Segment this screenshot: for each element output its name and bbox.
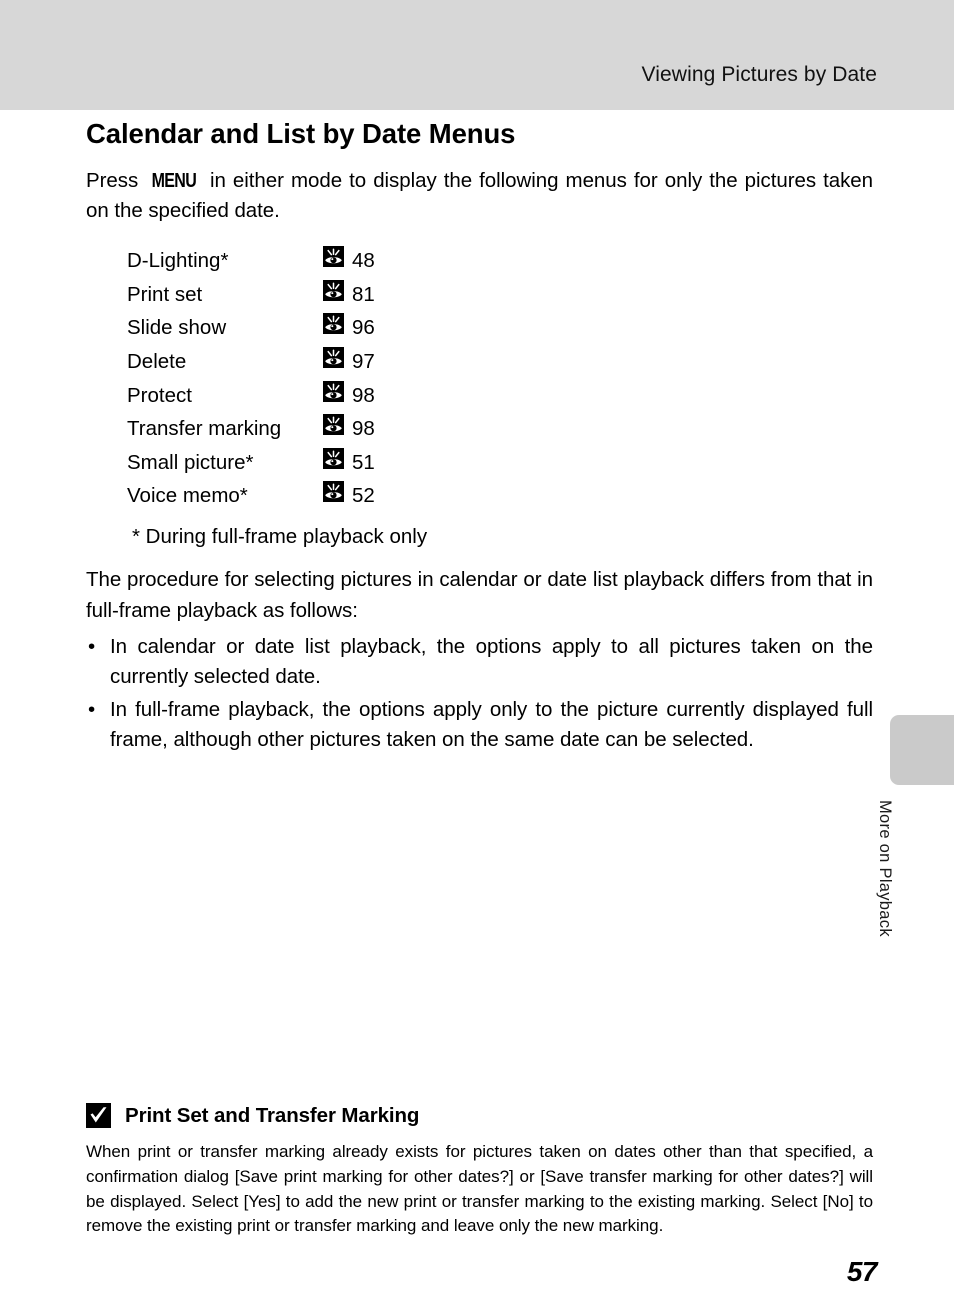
intro-paragraph: Press MENU in either mode to display the… bbox=[86, 166, 873, 227]
menu-option-row: Delete 97 bbox=[86, 346, 873, 381]
intro-text-after: in either mode to display the following … bbox=[86, 168, 873, 223]
menu-option-row: Voice memo* 52 bbox=[86, 481, 873, 515]
page-reference-number: 98 bbox=[352, 383, 375, 407]
page-reference-number: 98 bbox=[352, 417, 375, 441]
page-number: 57 bbox=[846, 1256, 878, 1287]
page-title: Calendar and List by Date Menus bbox=[86, 118, 516, 149]
note-body-text: When print or transfer marking already e… bbox=[86, 1142, 873, 1236]
page-reference-number: 51 bbox=[352, 450, 375, 474]
menu-option-label: Protect bbox=[127, 383, 192, 407]
page-reference: 48 bbox=[323, 246, 375, 272]
menu-option-row: Print set 81 bbox=[86, 279, 873, 314]
bullet-list: In calendar or date list playback, the o… bbox=[86, 632, 873, 756]
page-reference: 98 bbox=[323, 414, 375, 440]
body-paragraph: The procedure for selecting pictures in … bbox=[86, 568, 873, 622]
menu-option-label: Small picture* bbox=[127, 450, 254, 474]
bullet-list-item: In full-frame playback, the options appl… bbox=[86, 695, 873, 755]
page-reference-number: 52 bbox=[352, 484, 375, 508]
page-content: Calendar and List by Date Menus Press ME… bbox=[86, 118, 873, 755]
menu-option-row: Slide show 96 bbox=[86, 313, 873, 347]
page-reference-number: 97 bbox=[352, 349, 375, 373]
page-reference: 96 bbox=[323, 313, 375, 339]
eye-reference-icon bbox=[323, 447, 344, 469]
menu-option-label: Voice memo* bbox=[127, 484, 248, 508]
page-reference: 52 bbox=[323, 481, 375, 507]
menu-option-row: D-Lighting* 48 bbox=[86, 246, 873, 280]
eye-reference-icon bbox=[323, 313, 344, 335]
note-heading: Print Set and Transfer Marking bbox=[86, 1103, 873, 1128]
page-reference-number: 48 bbox=[352, 249, 375, 273]
eye-reference-icon bbox=[323, 481, 344, 503]
menu-button-glyph: MENU bbox=[151, 169, 197, 192]
menu-option-label: Transfer marking bbox=[127, 417, 282, 441]
page-reference-number: 81 bbox=[352, 282, 375, 306]
menu-option-list: D-Lighting* 48 Print set 81 Slide show 96 Dele… bbox=[86, 246, 873, 515]
eye-reference-icon bbox=[323, 346, 344, 368]
bullet-list-item: In calendar or date list playback, the o… bbox=[86, 632, 873, 692]
menu-option-label: Delete bbox=[127, 349, 187, 373]
menu-option-label: Print set bbox=[127, 282, 203, 306]
checkmark-box-icon bbox=[86, 1103, 111, 1128]
eye-reference-icon bbox=[323, 279, 344, 301]
chapter-tab-marker bbox=[890, 715, 954, 785]
note-title: Print Set and Transfer Marking bbox=[125, 1103, 420, 1127]
page-header-band bbox=[0, 0, 954, 110]
menu-option-label: Slide show bbox=[127, 316, 227, 340]
menu-option-row: Transfer marking 98 bbox=[86, 414, 873, 448]
menu-option-label: D-Lighting* bbox=[127, 249, 229, 273]
eye-reference-icon bbox=[323, 380, 344, 402]
eye-reference-icon bbox=[323, 414, 344, 436]
page-reference-number: 96 bbox=[352, 316, 375, 340]
page-reference: 51 bbox=[323, 447, 375, 474]
header-section-title: Viewing Pictures by Date bbox=[641, 63, 877, 86]
menu-option-row: Small picture* 51 bbox=[86, 447, 873, 482]
note-section: Print Set and Transfer Marking When prin… bbox=[86, 1103, 873, 1239]
eye-reference-icon bbox=[323, 246, 344, 268]
intro-text-before: Press bbox=[86, 168, 146, 192]
chapter-tab-label: More on Playback bbox=[876, 800, 894, 937]
page-reference: 81 bbox=[323, 279, 375, 306]
page-reference: 98 bbox=[323, 380, 375, 407]
page-reference: 97 bbox=[323, 346, 375, 373]
menu-option-row: Protect 98 bbox=[86, 380, 873, 415]
menu-list-footnote: * During full-frame playback only bbox=[132, 524, 428, 548]
